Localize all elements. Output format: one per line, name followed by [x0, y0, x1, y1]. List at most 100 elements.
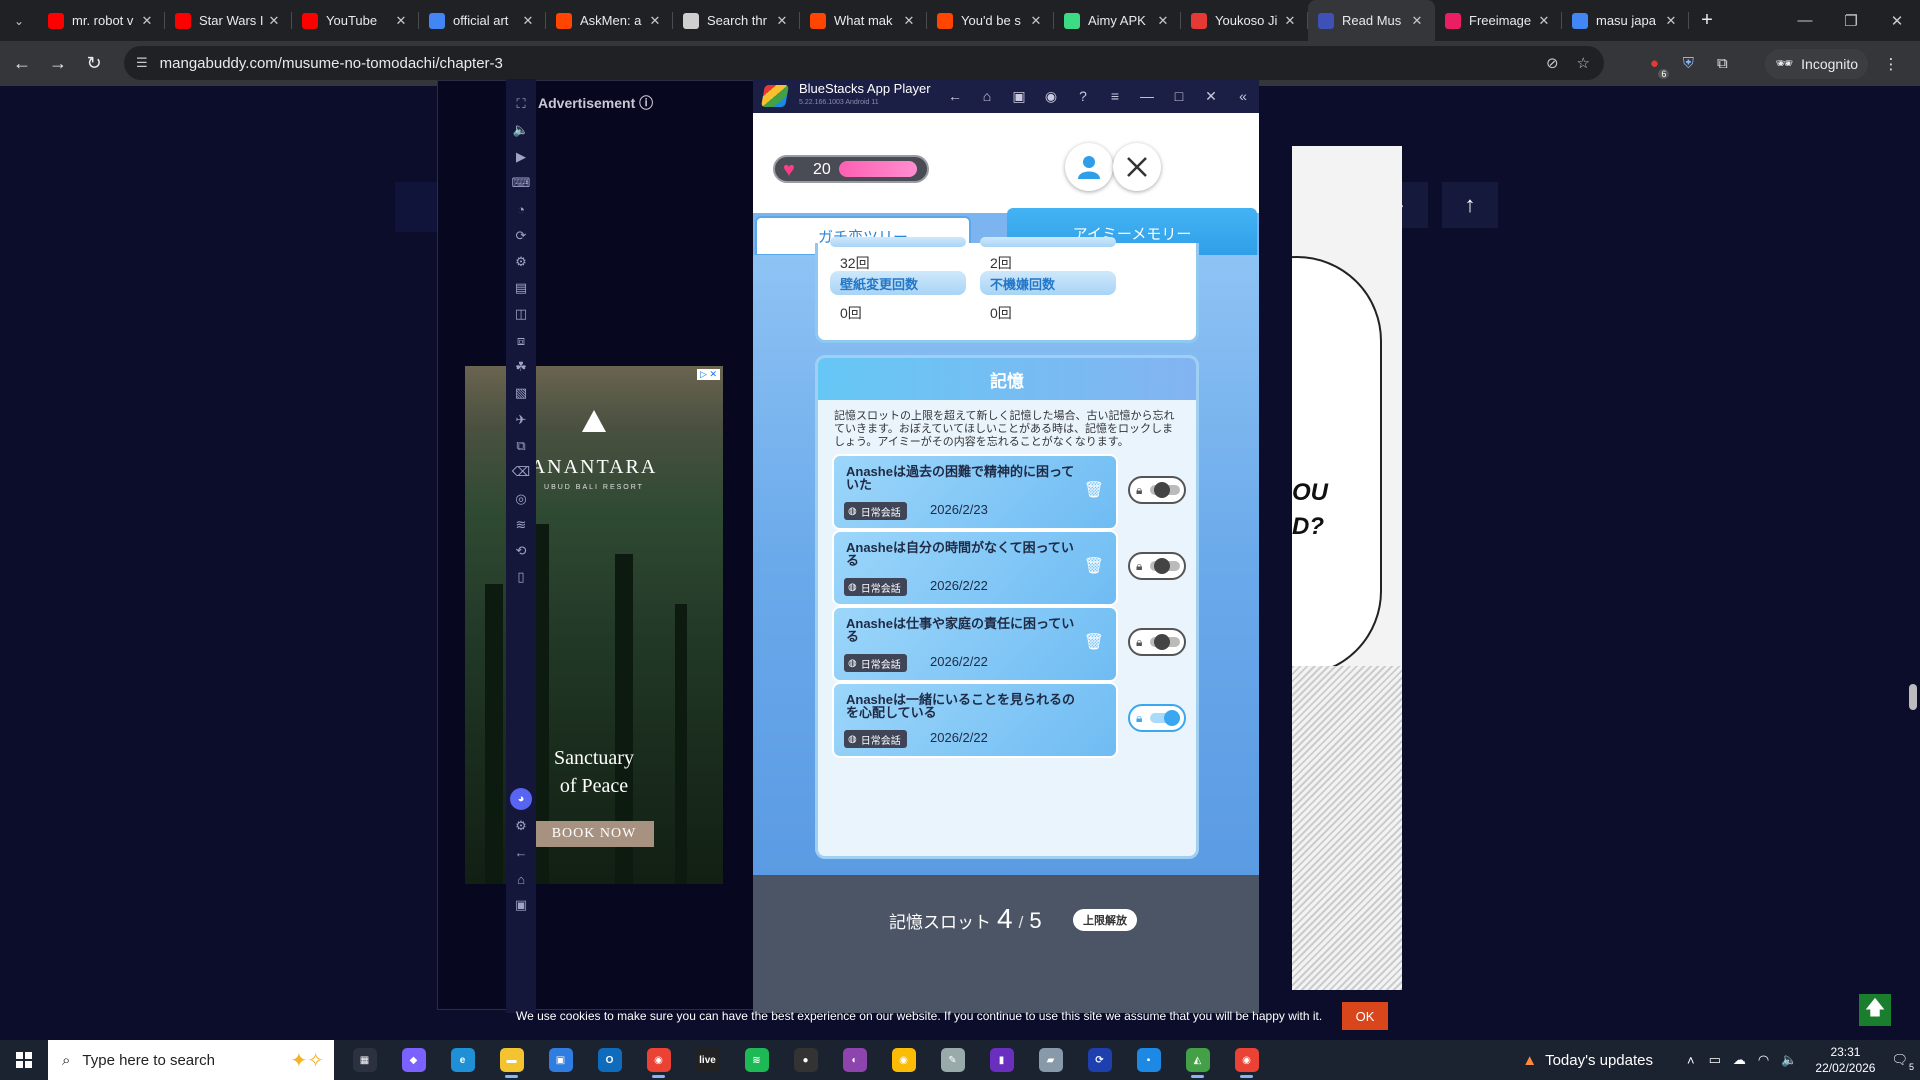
tab-close-icon[interactable]: ✕	[266, 13, 282, 29]
eye-off-icon[interactable]: ⊘	[1546, 54, 1559, 72]
memory-lock-toggle[interactable]: 🔒︎	[1128, 476, 1186, 504]
spotify-taskbar-button[interactable]: ≋	[732, 1040, 781, 1080]
browser-tab[interactable]: Star Wars I ✕	[165, 0, 292, 41]
media-icon[interactable]: ▶	[506, 146, 536, 168]
memory-lock-toggle[interactable]: 🔒︎	[1128, 628, 1186, 656]
notion-taskbar-button[interactable]: ▮	[977, 1040, 1026, 1080]
reload-icon[interactable]: ↻	[76, 46, 112, 82]
home-icon[interactable]: ⌂	[971, 88, 1003, 104]
browser-tab[interactable]: AskMen: a ✕	[546, 0, 673, 41]
browser-tab[interactable]: mr. robot v ✕	[38, 0, 165, 41]
chrome-alt-taskbar-button[interactable]: ◉	[879, 1040, 928, 1080]
folder-icon[interactable]: ▧	[506, 382, 536, 404]
volume-icon[interactable]: 🔈	[506, 119, 536, 141]
trash-icon[interactable]: 🗑	[1084, 556, 1104, 576]
tab-close-icon[interactable]: ✕	[1409, 13, 1425, 29]
tab-close-icon[interactable]: ✕	[1663, 13, 1679, 29]
browser-tab[interactable]: masu japa ✕	[1562, 0, 1689, 41]
back-icon[interactable]: ←	[939, 88, 971, 104]
eco-mode-icon[interactable]: ☘	[506, 356, 536, 378]
incognito-indicator[interactable]: 🕶 Incognito	[1765, 48, 1868, 79]
back-to-top-button[interactable]: 🡅	[1859, 994, 1891, 1026]
tab-close-icon[interactable]: ✕	[393, 13, 409, 29]
browser-tab[interactable]: Aimy APK ✕	[1054, 0, 1181, 41]
weather-widget[interactable]: ▲ Today's updates	[1522, 1052, 1653, 1069]
memory-item[interactable]: Anasheは一緒にいることを見られるのを心配している ◍ 日常会話 2026/2/2…	[832, 682, 1118, 758]
maximize-icon[interactable]: □	[1163, 88, 1195, 104]
ad-choices-icon[interactable]: ▷ ✕	[697, 369, 720, 380]
macro-icon[interactable]: ⚙	[506, 251, 536, 273]
browser-tab[interactable]: Read Mus ✕	[1308, 0, 1435, 41]
fullscreen-icon[interactable]: ⛶	[506, 93, 536, 115]
memory-lock-toggle[interactable]: 🔒︎	[1128, 552, 1186, 580]
home-icon[interactable]: ⌂	[506, 868, 536, 890]
tab-close-icon[interactable]: ✕	[774, 13, 790, 29]
taskbar-search[interactable]: ⌕ Type here to search ✦✧	[48, 1040, 334, 1080]
record-icon[interactable]: ◔	[506, 198, 536, 220]
bluestacks-taskbar-button[interactable]: ◭	[1173, 1040, 1222, 1080]
obs-taskbar-button[interactable]: ●	[781, 1040, 830, 1080]
back-icon[interactable]: ←	[4, 46, 40, 82]
tab-close-icon[interactable]: ✕	[139, 13, 155, 29]
minimize-icon[interactable]: —	[1131, 88, 1163, 104]
forward-icon[interactable]: →	[40, 46, 76, 82]
chrome-incognito-taskbar-button[interactable]: ◉	[1222, 1040, 1271, 1080]
tab-close-icon[interactable]: ✕	[647, 13, 663, 29]
bookmark-star-icon[interactable]: ☆	[1577, 54, 1590, 72]
shield-extension-icon[interactable]: ⛨	[1677, 53, 1699, 75]
chrome-taskbar-button[interactable]: ◉	[634, 1040, 683, 1080]
store-taskbar-button[interactable]: ▣	[536, 1040, 585, 1080]
rotate-icon[interactable]: ⟳	[506, 225, 536, 247]
close-icon[interactable]: ✕	[1195, 88, 1227, 105]
keyboard-icon[interactable]: ⌨	[506, 172, 536, 194]
tab-close-icon[interactable]: ✕	[1282, 13, 1298, 29]
address-bar[interactable]: ☰ mangabuddy.com/musume-no-tomodachi/cha…	[124, 46, 1604, 80]
capture-icon[interactable]: ⧈	[506, 330, 536, 352]
browser-tab[interactable]: Youkoso Ji ✕	[1181, 0, 1308, 41]
browser-tab[interactable]: YouTube ✕	[292, 0, 419, 41]
menu-icon[interactable]: ≡	[1099, 88, 1131, 104]
multi-instance-icon[interactable]: ⧉	[506, 435, 536, 457]
recent-apps-icon[interactable]: ▣	[506, 894, 536, 916]
sidebar-toggle-icon[interactable]: ▯	[506, 566, 536, 588]
close-game-button[interactable]	[1113, 143, 1161, 191]
minimize-icon[interactable]: —	[1782, 0, 1828, 41]
tab-close-icon[interactable]: ✕	[1536, 13, 1552, 29]
edge-taskbar-button[interactable]: e	[438, 1040, 487, 1080]
ad-book-now-button[interactable]: BOOK NOW	[534, 821, 654, 847]
app-purple-taskbar-button[interactable]: ◐	[830, 1040, 879, 1080]
trash-icon[interactable]: 🗑	[1084, 480, 1104, 500]
network-icon[interactable]: ☁	[1733, 1052, 1746, 1068]
menu-kebab-icon[interactable]: ⋮	[1880, 53, 1902, 75]
browser-tab[interactable]: Freeimage ✕	[1435, 0, 1562, 41]
location-icon[interactable]: ◎	[506, 488, 536, 510]
close-icon[interactable]: ✕	[1874, 0, 1920, 41]
browser-tab[interactable]: official art ✕	[419, 0, 546, 41]
scroll-thumb[interactable]	[1909, 684, 1917, 710]
screenshot-icon[interactable]: ◫	[506, 303, 536, 325]
settings-icon[interactable]: ⚙	[506, 815, 536, 837]
task-view-taskbar-button[interactable]: ▦	[340, 1040, 389, 1080]
layers-icon[interactable]: ≋	[506, 514, 536, 536]
extension-badge-icon[interactable]: ● 6	[1643, 53, 1670, 79]
tool-taskbar-button[interactable]: ✎	[928, 1040, 977, 1080]
bluestacks-app-taskbar-button[interactable]: ⟳	[1075, 1040, 1124, 1080]
recent-apps-icon[interactable]: ▣	[1003, 88, 1035, 105]
browser-tab[interactable]: You'd be s ✕	[927, 0, 1054, 41]
clock[interactable]: 23:31 22/02/2026	[1815, 1044, 1875, 1076]
apk-icon[interactable]: ▤	[506, 277, 536, 299]
trash-icon[interactable]: 🗑	[1084, 632, 1104, 652]
cookie-ok-button[interactable]: OK	[1342, 1002, 1388, 1030]
discord-icon[interactable]: ◕	[510, 788, 532, 810]
live-taskbar-button[interactable]: live	[683, 1040, 732, 1080]
outlook-taskbar-button[interactable]: O	[585, 1040, 634, 1080]
tab-close-icon[interactable]: ✕	[1155, 13, 1171, 29]
wifi-icon[interactable]: ◠	[1758, 1052, 1769, 1068]
extensions-puzzle-icon[interactable]: ⧉	[1711, 53, 1733, 75]
tab-close-icon[interactable]: ✕	[520, 13, 536, 29]
chevron-up-icon[interactable]: ˄	[1687, 1053, 1695, 1068]
unlock-limit-button[interactable]: 上限解放	[1073, 909, 1137, 931]
browser-tab[interactable]: Search thr ✕	[673, 0, 800, 41]
account-icon[interactable]: ◉	[1035, 88, 1067, 105]
ad-banner[interactable]: ▷ ✕ ANANTARA UBUD BALI RESORT Sanctuary …	[465, 366, 723, 884]
